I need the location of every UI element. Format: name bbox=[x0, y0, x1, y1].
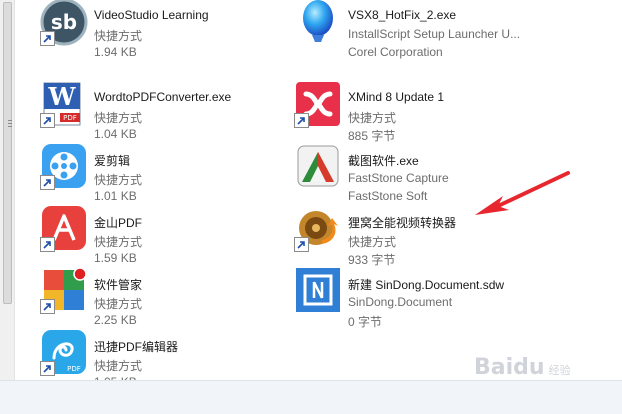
file-name: 狸窝全能视频转换器 bbox=[348, 216, 457, 230]
file-type: 快捷方式 bbox=[94, 235, 143, 249]
file-item-xmind[interactable]: XMind 8 Update 1 快捷方式 885 字节 bbox=[269, 76, 519, 143]
file-item-video-converter[interactable]: 狸窝全能视频转换器 快捷方式 933 字节 bbox=[269, 200, 519, 267]
faststone-capture-icon bbox=[294, 142, 342, 190]
sindong-document-icon bbox=[294, 266, 342, 314]
balloon-installer-icon bbox=[294, 0, 342, 46]
file-item-wordtopdf[interactable]: W PDF WordtoPDFConverter.exe 快捷方式 1.04 KB bbox=[15, 76, 265, 141]
file-name: 迅捷PDF编辑器 bbox=[94, 340, 179, 354]
svg-text:PDF: PDF bbox=[67, 365, 81, 373]
file-item-sindong-document[interactable]: 新建 SinDong.Document.sdw SinDong.Document… bbox=[269, 262, 519, 329]
file-company: Corel Corporation bbox=[348, 45, 443, 59]
file-type: 快捷方式 bbox=[348, 111, 397, 125]
scrollbar-grip-icon bbox=[8, 120, 12, 129]
file-name: VideoStudio Learning bbox=[94, 8, 209, 22]
file-name: 截图软件.exe bbox=[348, 154, 419, 168]
shortcut-arrow-icon bbox=[40, 361, 55, 376]
shortcut-arrow-icon bbox=[40, 113, 55, 128]
shortcut-arrow-icon bbox=[40, 237, 55, 252]
file-type: 快捷方式 bbox=[94, 359, 143, 373]
file-type: 快捷方式 bbox=[94, 173, 143, 187]
scrollbar-thumb[interactable] bbox=[3, 2, 12, 304]
file-type: SinDong.Document bbox=[348, 295, 453, 309]
file-name: WordtoPDFConverter.exe bbox=[94, 90, 232, 104]
shortcut-arrow-icon bbox=[40, 31, 55, 46]
file-item-faststone[interactable]: 截图软件.exe FastStone Capture FastStone Sof… bbox=[269, 138, 519, 203]
file-item-vsx8-hotfix[interactable]: VSX8_HotFix_2.exe InstallScript Setup La… bbox=[269, 0, 521, 59]
file-type: 快捷方式 bbox=[348, 235, 397, 249]
file-description: FastStone Capture bbox=[348, 171, 449, 185]
file-name: 爱剪辑 bbox=[94, 154, 131, 168]
file-description: InstallScript Setup Launcher U... bbox=[348, 27, 521, 41]
file-type: 快捷方式 bbox=[94, 29, 143, 43]
vertical-scrollbar[interactable] bbox=[0, 0, 15, 380]
file-name: 软件管家 bbox=[94, 278, 143, 292]
shortcut-arrow-icon bbox=[294, 113, 309, 128]
file-name: XMind 8 Update 1 bbox=[348, 90, 445, 104]
file-item-aijianji[interactable]: 爱剪辑 快捷方式 1.01 KB bbox=[15, 138, 265, 203]
file-item-xunjie-pdf[interactable]: PDF 迅捷PDF编辑器 快捷方式 1.05 KB bbox=[15, 324, 265, 389]
file-name: 金山PDF bbox=[94, 216, 143, 230]
shortcut-arrow-icon bbox=[294, 237, 309, 252]
file-item-software-manager[interactable]: 软件管家 快捷方式 2.25 KB bbox=[15, 262, 265, 327]
file-item-videostudio-learning[interactable]: sb VideoStudio Learning 快捷方式 1.94 KB bbox=[15, 0, 265, 59]
file-list: sb VideoStudio Learning 快捷方式 1.94 KB VSX… bbox=[15, 0, 622, 389]
baidu-watermark: Baidu 经验 bbox=[474, 355, 571, 380]
file-name: 新建 SinDong.Document.sdw bbox=[348, 278, 505, 292]
file-type: 快捷方式 bbox=[94, 297, 143, 311]
svg-text:PDF: PDF bbox=[63, 114, 77, 122]
file-size: 0 字节 bbox=[348, 315, 383, 329]
file-name: VSX8_HotFix_2.exe bbox=[348, 8, 457, 22]
status-bar bbox=[0, 380, 622, 414]
file-size: 1.94 KB bbox=[94, 45, 137, 59]
svg-text:W: W bbox=[48, 82, 77, 111]
file-item-kingsoft-pdf[interactable]: 金山PDF 快捷方式 1.59 KB bbox=[15, 200, 265, 265]
shortcut-arrow-icon bbox=[40, 175, 55, 190]
shortcut-arrow-icon bbox=[40, 299, 55, 314]
file-type: 快捷方式 bbox=[94, 111, 143, 125]
